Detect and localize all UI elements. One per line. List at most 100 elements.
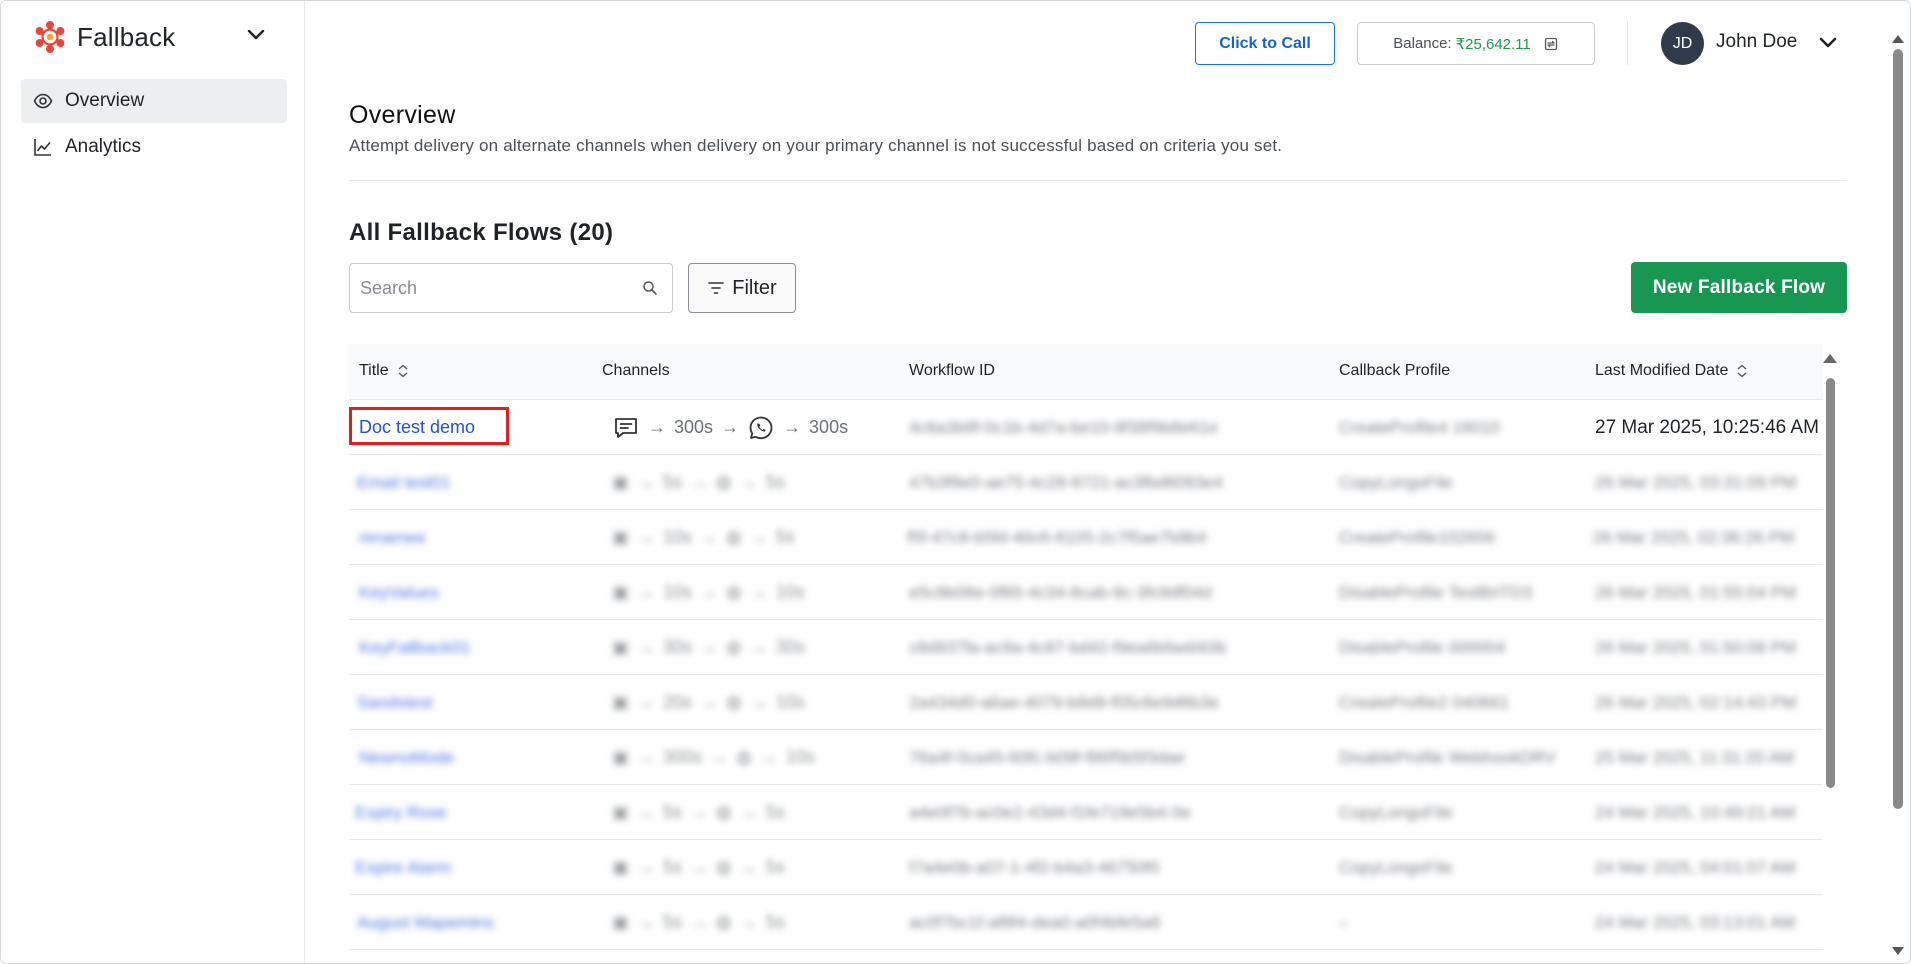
row-workflow-id: f5f-47c8-b5fd-40c6-8105-2c7f5ae7b9b4 bbox=[907, 527, 1207, 547]
line-chart-icon bbox=[34, 139, 51, 156]
row-workflow-id: e5c9b08e-0f85-4c34-8cab-9c-3fc9df04d bbox=[909, 582, 1212, 602]
row-title[interactable]: Expire Alarm bbox=[355, 840, 451, 895]
table-row[interactable]: Expire Alarm ▣ → 5s → ◍ → 5s f7a4e0b-a07-1-4f2… bbox=[349, 840, 1823, 895]
search-input[interactable] bbox=[350, 264, 620, 312]
row-callback-profile: – bbox=[1339, 912, 1349, 932]
page-description: Attempt delivery on alternate channels w… bbox=[349, 136, 1283, 155]
row-title[interactable]: August Mapemtns bbox=[357, 895, 494, 950]
row-channels: ▣ → 5s → ◍ → 5s bbox=[612, 785, 785, 840]
row-workflow-id: 2a434d0-a6ae-4079-b9d9-f05c6e9d6b3e bbox=[909, 692, 1220, 712]
channel-delay: 30s bbox=[775, 637, 805, 657]
arrow-right-icon: → bbox=[637, 527, 656, 547]
row-callback-profile: CopyLongsFile bbox=[1339, 857, 1453, 877]
column-header-label: Channels bbox=[602, 362, 670, 379]
search-box bbox=[349, 263, 673, 313]
table-row[interactable]: August Mapemtns ▣ → 5s → ◍ → 5s ac0f7bc1f-af8f… bbox=[349, 895, 1823, 950]
search-icon[interactable] bbox=[642, 280, 658, 296]
row-callback-profile: CopyLongsFile bbox=[1339, 472, 1453, 492]
channel-delay: 10s bbox=[785, 747, 815, 767]
row-title[interactable]: KeyFallback01 bbox=[359, 620, 471, 675]
new-fallback-flow-button[interactable]: New Fallback Flow bbox=[1631, 262, 1847, 313]
scroll-up-arrow-icon[interactable] bbox=[1892, 35, 1904, 43]
user-name[interactable]: John Doe bbox=[1716, 31, 1797, 53]
sms-icon: ▣ bbox=[612, 637, 630, 657]
table-row[interactable]: renamee ▣ → 10s → ◍ → 5s f5f-47c8-b5fd-40c6-81… bbox=[349, 510, 1823, 565]
arrow-right-icon: → bbox=[648, 417, 666, 437]
arrow-right-icon: → bbox=[637, 857, 656, 877]
channel-delay: 10s bbox=[775, 692, 805, 712]
filter-icon bbox=[708, 282, 725, 294]
arrow-right-icon: → bbox=[637, 637, 656, 657]
eye-icon bbox=[33, 93, 53, 109]
scrollbar-thumb[interactable] bbox=[1826, 378, 1835, 788]
row-channels: ▣ → 30s → ◍ → 30s bbox=[612, 620, 805, 675]
brand[interactable]: Fallback bbox=[33, 19, 175, 55]
table-scrollbar[interactable] bbox=[1823, 354, 1837, 954]
channel-delay: 5s bbox=[765, 857, 785, 877]
channel-delay: 5s bbox=[663, 472, 683, 492]
row-channels: → 300s → → 300s bbox=[612, 400, 848, 455]
sidebar-item-overview[interactable]: Overview bbox=[21, 79, 287, 123]
table-row[interactable]: Expiry Rose ▣ → 5s → ◍ → 5s a4e0f7b-ac0e2-43d4… bbox=[349, 785, 1823, 840]
row-title[interactable]: Email test01 bbox=[357, 455, 451, 510]
row-title[interactable]: NewnoMode bbox=[359, 730, 454, 785]
table-row[interactable]: Doc test demo → 300s → → 300s 4c6a3b9f-0… bbox=[349, 400, 1823, 455]
chevron-down-icon[interactable] bbox=[1817, 31, 1839, 53]
table-row[interactable]: KeyValues ▣ → 10s → ◍ → 10s e5c9b08e-0f85-4c34… bbox=[349, 565, 1823, 620]
page-scrollbar[interactable] bbox=[1891, 29, 1907, 959]
table-row[interactable]: KeyFallback01 ▣ → 30s → ◍ → 30s c8d937fa-ac9a-… bbox=[349, 620, 1823, 675]
row-channels: ▣ → 10s → ◍ → 5s bbox=[612, 510, 795, 565]
scrollbar-thumb[interactable] bbox=[1893, 49, 1903, 809]
arrow-right-icon: → bbox=[783, 417, 802, 437]
row-last-modified: 26 Mar 2025, 01:50:08 PM bbox=[1595, 637, 1797, 657]
arrow-right-icon: → bbox=[700, 637, 719, 657]
row-channels: ▣ → 5s → ◍ → 5s bbox=[612, 895, 785, 950]
arrow-right-icon: → bbox=[749, 527, 768, 547]
scroll-down-arrow-icon[interactable] bbox=[1892, 947, 1904, 955]
channel-delay: 10s bbox=[775, 582, 805, 602]
table-row[interactable]: Email test01 ▣ → 5s → ◍ → 5s 47b3f9e0-ae75-4c2… bbox=[349, 455, 1823, 510]
table-row[interactable]: NewnoMode ▣ → 300s → ◍ → 10s 76a4f-0ca45-60fc-… bbox=[349, 730, 1823, 785]
whatsapp-icon: ◍ bbox=[726, 637, 742, 657]
channel-delay: 30s bbox=[663, 637, 693, 657]
scroll-up-arrow-icon[interactable] bbox=[1823, 354, 1837, 363]
arrow-right-icon: → bbox=[710, 747, 729, 767]
chevron-down-icon[interactable] bbox=[245, 23, 267, 45]
row-callback-profile: DisableProfile 000004 bbox=[1339, 637, 1506, 657]
sort-icon[interactable] bbox=[397, 364, 409, 378]
row-workflow-id: 76a4f-0ca45-60fc-b09f-f86f5b5f3dae bbox=[909, 747, 1185, 767]
brand-logo-icon bbox=[35, 21, 65, 53]
channel-delay: 5s bbox=[663, 802, 683, 822]
click-to-call-button[interactable]: Click to Call bbox=[1195, 22, 1335, 65]
column-header-title[interactable]: Title bbox=[359, 362, 409, 380]
refresh-balance-icon[interactable] bbox=[1543, 36, 1559, 52]
row-channels: ▣ → 300s → ◍ → 10s bbox=[612, 730, 815, 785]
row-last-modified: 26 Mar 2025, 02:14:43 PM bbox=[1595, 692, 1797, 712]
row-last-modified: 27 Mar 2025, 10:25:46 AM bbox=[1595, 416, 1819, 438]
row-title[interactable]: Sandstest bbox=[357, 675, 433, 730]
channel-delay: 5s bbox=[663, 857, 683, 877]
row-title[interactable]: Expiry Rose bbox=[355, 785, 447, 840]
sms-icon: ▣ bbox=[612, 472, 630, 492]
whatsapp-icon: ◍ bbox=[716, 857, 732, 877]
row-title[interactable]: renamee bbox=[359, 510, 426, 565]
avatar[interactable]: JD bbox=[1661, 22, 1704, 65]
row-callback-profile: CreateProfile102656 bbox=[1339, 527, 1495, 547]
channel-delay: 10s bbox=[663, 582, 693, 602]
filter-button[interactable]: Filter bbox=[688, 263, 796, 313]
row-callback-profile: DisableProfile WebhookDRV bbox=[1339, 747, 1556, 767]
arrow-right-icon: → bbox=[690, 912, 709, 932]
column-header-last-modified[interactable]: Last Modified Date bbox=[1595, 362, 1748, 380]
sort-icon[interactable] bbox=[1736, 364, 1748, 378]
column-header-label: Last Modified Date bbox=[1595, 362, 1729, 379]
sidebar-item-analytics[interactable]: Analytics bbox=[21, 125, 287, 169]
whatsapp-icon: ◍ bbox=[726, 582, 742, 602]
row-title[interactable]: KeyValues bbox=[359, 565, 439, 620]
arrow-right-icon: → bbox=[739, 857, 758, 877]
sidebar-item-label: Analytics bbox=[65, 136, 142, 157]
section-title: All Fallback Flows (20) bbox=[349, 219, 614, 246]
column-header-callback-profile: Callback Profile bbox=[1339, 362, 1450, 380]
balance-label: Balance: bbox=[1393, 35, 1452, 52]
table-row[interactable]: Sandstest ▣ → 20s → ◍ → 10s 2a434d0-a6ae-4079-… bbox=[349, 675, 1823, 730]
sms-icon: ▣ bbox=[612, 857, 630, 877]
